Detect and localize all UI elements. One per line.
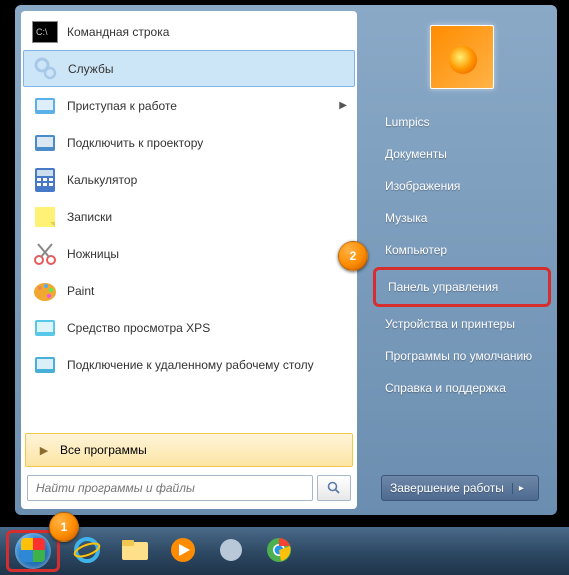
- annotation-badge-2: 2: [338, 241, 368, 271]
- taskbar-icon-media-player[interactable]: [160, 533, 206, 569]
- services-icon: [32, 55, 60, 83]
- right-item-label: Устройства и принтеры: [385, 317, 515, 331]
- program-item-paint[interactable]: Paint: [23, 272, 355, 309]
- search-button[interactable]: [317, 475, 351, 501]
- right-item-label: Документы: [385, 147, 447, 161]
- start-menu-left-pane: C:\ Командная строка Службы Приступая к раб…: [21, 11, 357, 509]
- right-item-label: Компьютер: [385, 243, 447, 257]
- program-label: Ножницы: [67, 247, 119, 261]
- program-label: Подключить к проектору: [67, 136, 203, 150]
- right-pane-item[interactable]: Музыка: [373, 203, 551, 233]
- program-item-xps[interactable]: Средство просмотра XPS: [23, 309, 355, 346]
- right-item-label: Справка и поддержка: [385, 381, 506, 395]
- chrome-icon: [265, 536, 293, 567]
- program-label: Записки: [67, 210, 112, 224]
- search-row: [23, 469, 355, 507]
- explorer-icon: [120, 536, 150, 567]
- all-programs-button[interactable]: ▶ Все программы: [25, 433, 353, 467]
- taskbar: [0, 527, 569, 575]
- taskbar-icon-chrome[interactable]: [256, 533, 302, 569]
- annotation-badge-1: 1: [49, 512, 79, 542]
- program-label: Калькулятор: [67, 173, 137, 187]
- right-pane-item[interactable]: Документы: [373, 139, 551, 169]
- program-item-getting-started[interactable]: Приступая к работе ▶: [23, 87, 355, 124]
- right-pane-item[interactable]: Программы по умолчанию: [373, 341, 551, 371]
- getting-started-icon: [31, 92, 59, 120]
- right-pane-item[interactable]: Панель управления: [373, 267, 551, 307]
- taskbar-icon-explorer[interactable]: [112, 533, 158, 569]
- cmd-icon: C:\: [31, 18, 59, 46]
- program-item-calculator[interactable]: Калькулятор: [23, 161, 355, 198]
- rdp-icon: [31, 351, 59, 379]
- program-label: Службы: [68, 62, 113, 76]
- projector-icon: [31, 129, 59, 157]
- snipping-icon: [31, 240, 59, 268]
- program-label: Средство просмотра XPS: [67, 321, 210, 335]
- program-label: Paint: [67, 284, 94, 298]
- badge-2-text: 2: [350, 249, 357, 263]
- right-item-label: Музыка: [385, 211, 427, 225]
- sticky-notes-icon: [31, 203, 59, 231]
- program-item-snipping[interactable]: Ножницы: [23, 235, 355, 272]
- badge-1-text: 1: [61, 520, 68, 534]
- right-pane-item[interactable]: Lumpics: [373, 107, 551, 137]
- windows-orb-icon: [15, 533, 51, 569]
- program-item-projector[interactable]: Подключить к проектору: [23, 124, 355, 161]
- program-list: C:\ Командная строка Службы Приступая к раб…: [23, 13, 355, 431]
- shutdown-label: Завершение работы: [390, 481, 504, 495]
- program-label: Приступая к работе: [67, 99, 177, 113]
- right-pane-item[interactable]: Справка и поддержка: [373, 373, 551, 403]
- chevron-right-icon[interactable]: ▸: [512, 483, 530, 494]
- program-label: Подключение к удаленному рабочему столу: [67, 358, 314, 372]
- search-icon: [327, 481, 341, 495]
- program-item-services[interactable]: Службы: [23, 50, 355, 87]
- program-item-cmd[interactable]: C:\ Командная строка: [23, 13, 355, 50]
- xps-icon: [31, 314, 59, 342]
- right-item-label: Программы по умолчанию: [385, 349, 532, 363]
- right-item-label: Панель управления: [388, 280, 498, 294]
- shutdown-button[interactable]: Завершение работы ▸: [381, 475, 539, 501]
- taskbar-icon-generic[interactable]: [208, 533, 254, 569]
- arrow-right-icon: ▶: [34, 444, 54, 457]
- generic-icon: [217, 536, 245, 567]
- right-pane-item[interactable]: Компьютер: [373, 235, 551, 265]
- right-item-label: Изображения: [385, 179, 460, 193]
- shutdown-row: Завершение работы ▸: [373, 475, 551, 501]
- start-menu: C:\ Командная строка Службы Приступая к раб…: [15, 5, 557, 515]
- right-pane-item[interactable]: Изображения: [373, 171, 551, 201]
- chevron-right-icon: ▶: [339, 100, 347, 111]
- right-pane-item[interactable]: Устройства и принтеры: [373, 309, 551, 339]
- program-item-rdp[interactable]: Подключение к удаленному рабочему столу: [23, 346, 355, 383]
- user-avatar[interactable]: [430, 25, 494, 89]
- program-label: Командная строка: [67, 25, 169, 39]
- all-programs-label: Все программы: [60, 443, 147, 457]
- search-input[interactable]: [27, 475, 313, 501]
- ie-icon: [72, 535, 102, 568]
- right-item-label: Lumpics: [385, 115, 430, 129]
- program-item-sticky-notes[interactable]: Записки: [23, 198, 355, 235]
- media-player-icon: [168, 535, 198, 568]
- paint-icon: [31, 277, 59, 305]
- start-menu-right-pane: Lumpics Документы Изображения Музыка Компьют…: [357, 11, 551, 509]
- calculator-icon: [31, 166, 59, 194]
